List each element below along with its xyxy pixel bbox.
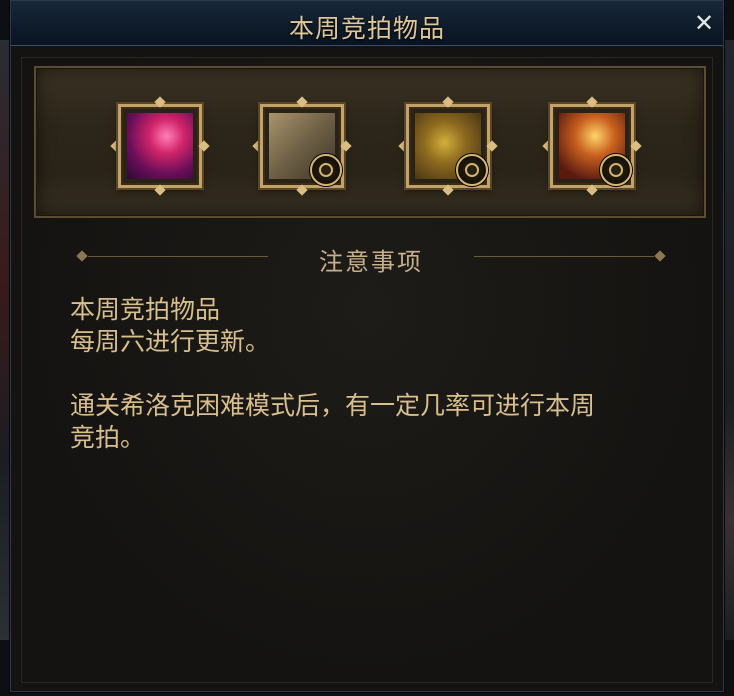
seal-badge-icon	[310, 154, 342, 186]
notice-line: 本周竞拍物品	[70, 295, 221, 324]
notice-line: 竞拍。	[70, 423, 146, 452]
divider-line	[474, 256, 654, 257]
item-slot-4[interactable]	[550, 96, 634, 196]
item-slot-2[interactable]	[260, 96, 344, 196]
seal-badge-icon	[456, 154, 488, 186]
close-button[interactable]: ✕	[691, 10, 717, 36]
close-icon: ✕	[693, 9, 715, 37]
content-panel: 注意事项 本周竞拍物品 每周六进行更新。 通关希洛克困难模式后，有一定几率可进行…	[21, 57, 713, 683]
notice-header: 注意事项	[76, 240, 666, 276]
title-bar[interactable]: 本周竞拍物品 ✕	[11, 1, 723, 46]
auction-item-strip	[34, 66, 706, 218]
notice-line: 每周六进行更新。	[70, 327, 271, 356]
item-slot-1[interactable]	[118, 96, 202, 196]
notice-description: 本周竞拍物品 每周六进行更新。 通关希洛克困难模式后，有一定几率可进行本周 竞拍…	[70, 294, 670, 454]
item-slot-3[interactable]	[406, 96, 490, 196]
notice-heading: 注意事项	[319, 248, 423, 276]
seal-badge-icon	[600, 154, 632, 186]
pink-weapon-item-icon	[127, 113, 193, 179]
notice-line: 通关希洛克困难模式后，有一定几率可进行本周	[70, 391, 596, 420]
weekly-auction-window: 本周竞拍物品 ✕ 注意事项 本周竞拍物品 每周六进行更新。 通关希洛克困难模式后…	[10, 0, 724, 692]
window-title: 本周竞拍物品	[288, 14, 445, 43]
